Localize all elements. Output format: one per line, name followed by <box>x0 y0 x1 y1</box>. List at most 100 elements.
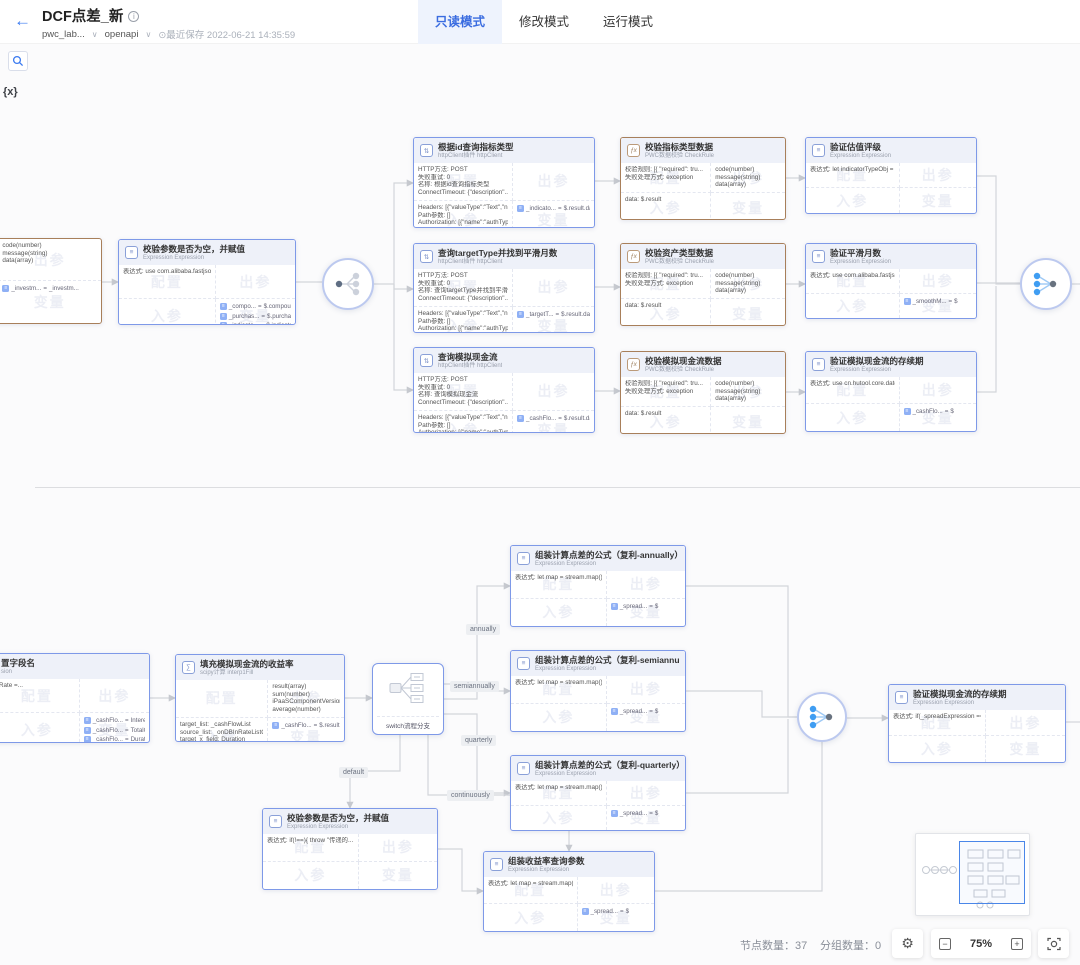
watermark-br: 变量 <box>711 193 785 220</box>
watermark-tr: 出参 <box>900 269 977 293</box>
search-button[interactable] <box>8 51 28 71</box>
chip-equals: = <box>261 321 265 325</box>
expression-icon: ≡ <box>269 815 282 828</box>
node-verify-smooth-months[interactable]: ≡验证平滑月数Expression Expression配置表达式: use c… <box>805 243 977 319</box>
httpclient-icon: ⇅ <box>420 144 433 157</box>
tab-run-mode[interactable]: 运行模式 <box>586 0 670 44</box>
api-select[interactable]: openapi <box>105 29 139 40</box>
settings-button[interactable]: ⚙ <box>892 929 923 958</box>
branch-label-quarterly: quarterly <box>461 735 496 746</box>
node-body: 配置表达式: use com.alibaba.fastjson...出参入参变量… <box>119 265 295 325</box>
node-validate-params-bottom[interactable]: ≡校验参数是否为空，并赋值Expression Expression配置表达式:… <box>262 808 438 890</box>
node-quadrant-br: 变量 <box>359 862 437 890</box>
node-config-line: target_list: _cashFlowList <box>180 721 263 729</box>
node-title: 验证平滑月数 <box>830 248 891 259</box>
node-output-chip: ≡_spread...=$ <box>611 707 681 716</box>
node-quadrant-tr: 出参 <box>607 571 685 599</box>
node-config-line: 表达式: let map = stream.map()... <box>488 880 573 888</box>
zoom-in-button[interactable]: + <box>1011 938 1023 950</box>
node-check-indicator[interactable]: ƒx校验指标类型数据PWC数据校验 CheckRule配置校验规则: [{ "r… <box>620 137 786 220</box>
switch-node[interactable]: switch流程分支 <box>372 663 444 735</box>
node-subtitle: httpClient插件 httpClient <box>438 259 557 266</box>
node-header: ∑填充模拟现金流的收益率scipy计算 interp1Fill <box>176 655 344 680</box>
join-node-top[interactable] <box>1020 258 1072 310</box>
search-icon <box>12 55 24 67</box>
zoom-out-button[interactable]: − <box>939 938 951 950</box>
node-fill-yield[interactable]: ∑填充模拟现金流的收益率scipy计算 interp1Fill配置出参resul… <box>175 654 345 742</box>
node-body: 配置出参result(array)sum(number)iPaaSCompone… <box>176 680 344 742</box>
node-formula-annually[interactable]: ≡组装计算点差的公式（复利-annually）Expression Expres… <box>510 545 686 627</box>
chip-value: $ <box>954 297 957 306</box>
node-title: 验证模拟现金流的存续期 <box>913 689 1007 700</box>
gear-icon: ⚙ <box>901 935 914 952</box>
node-titles: 组装计算点差的公式（复利-semiannually）Expression Exp… <box>535 655 679 673</box>
node-config-line: 名称: 查询targetType并找到平滑... <box>418 287 508 295</box>
node-validate-params-top[interactable]: ≡校验参数是否为空，并赋值Expression Expression配置表达式:… <box>118 239 296 325</box>
node-config-line: Path参数: [] <box>418 422 508 430</box>
node-title: 查询targetType并找到平滑月数 <box>438 248 557 259</box>
join-node-bottom[interactable] <box>797 692 847 742</box>
node-title: 校验参数是否为空，并赋值 <box>287 813 389 824</box>
back-button[interactable]: ← <box>14 11 31 31</box>
node-check-investment-cut[interactable]: 配置出参code(number)message(string)data(arra… <box>0 238 102 324</box>
node-check-cashflow[interactable]: ƒx校验模拟现金流数据PWC数据校验 CheckRule配置校验规则: [{ "… <box>620 351 786 434</box>
node-set-field-names[interactable]: 置字段名sion配置Rate =...出参入参变量≡_cashFlo...=In… <box>0 653 150 743</box>
node-quadrant-tl: 配置HTTP方法: POST失败重试: 0名称: 根据id查询指标类型Conne… <box>414 163 513 201</box>
node-quadrant-tl: 配置校验规则: [{ "required": tru...失败处理方式: exc… <box>621 163 711 193</box>
node-http-cashflow[interactable]: ⇅查询模拟现金流httpClient插件 httpClient配置HTTP方法:… <box>413 347 595 433</box>
node-quadrant-br: 变量≡_cashFlo...=InterestRate≡_cashFlo...=… <box>80 713 149 743</box>
scipy-icon: ∑ <box>182 661 195 674</box>
node-config-line: ConnectTimeout: {"description"... <box>418 295 508 303</box>
node-http-targettype[interactable]: ⇅查询targetType并找到平滑月数httpClient插件 httpCli… <box>413 243 595 333</box>
chip-value: $.compoun... <box>264 302 291 311</box>
watermark-tr: 出参 <box>986 710 1065 735</box>
node-http-indicator-type[interactable]: ⇅根据id查询指标类型httpClient插件 httpClient配置HTTP… <box>413 137 595 228</box>
chip-equals: = <box>43 284 47 293</box>
node-quadrant-br: 变量≡_spread...=$ <box>607 806 685 831</box>
chip-label: _cashFlo... <box>281 721 311 730</box>
node-quadrant-bl: 入参 <box>511 806 607 831</box>
node-quadrant-tr: 出参result(array)sum(number)iPaaSComponent… <box>268 680 344 718</box>
node-subtitle: scipy计算 interp1Fill <box>200 670 294 677</box>
node-body: 配置表达式: use cn.hutool.core.date...出参入参变量≡… <box>806 377 976 431</box>
node-verify-cashflow-duration-top[interactable]: ≡验证模拟现金流的存续期Expression Expression配置表达式: … <box>805 351 977 432</box>
tab-edit-mode[interactable]: 修改模式 <box>502 0 586 44</box>
expression-icon: ≡ <box>517 552 530 565</box>
node-check-asset-type[interactable]: ƒx校验资产类型数据PWC数据校验 CheckRule配置校验规则: [{ "r… <box>620 243 786 326</box>
node-config-line: ConnectTimeout: {"description"... <box>418 189 508 197</box>
node-verify-valuation[interactable]: ≡验证估值评级Expression Expression配置表达式: let i… <box>805 137 977 214</box>
node-quadrant-br: 变量 <box>711 407 785 434</box>
node-body: 配置表达式: let indicatorTypeObj = _i...出参入参变… <box>806 163 976 213</box>
node-output-chip: ≡_cashFlo...=$ <box>904 407 973 416</box>
node-quadrant-tl: 配置表达式: use com.alibaba.fastjson... <box>806 269 900 294</box>
minimap[interactable] <box>915 833 1030 916</box>
chip-value: $ <box>626 907 629 916</box>
expression-icon: ≡ <box>812 144 825 157</box>
node-title: 验证估值评级 <box>830 142 891 153</box>
node-formula-semiannually[interactable]: ≡组装计算点差的公式（复利-semiannually）Expression Ex… <box>510 650 686 732</box>
section-divider <box>35 487 1080 488</box>
variables-panel-toggle[interactable]: {x} <box>3 86 18 98</box>
variable-icon: ≡ <box>904 298 911 305</box>
node-verify-cashflow-duration-bottom[interactable]: ≡验证模拟现金流的存续期Expression Expression配置表达式: … <box>888 684 1066 763</box>
node-quadrant-tl: 配置校验规则: [{ "required": tru...失败处理方式: exc… <box>621 269 711 299</box>
branch-label-default: default <box>339 767 368 778</box>
fork-node[interactable] <box>322 258 374 310</box>
watermark-tr: 出参 <box>607 571 685 598</box>
info-icon[interactable]: i <box>128 11 139 22</box>
chip-equals: = <box>620 907 624 916</box>
watermark-bl: 入参 <box>806 294 899 319</box>
fit-view-button[interactable] <box>1038 929 1069 958</box>
node-quadrant-bl: 入参data: $.result <box>621 193 711 220</box>
node-subtitle: httpClient插件 httpClient <box>438 363 502 370</box>
minimap-viewport[interactable] <box>959 841 1025 904</box>
node-titles: 校验模拟现金流数据PWC数据校验 CheckRule <box>645 356 722 374</box>
focus-icon <box>1047 937 1061 951</box>
node-formula-quarterly[interactable]: ≡组装计算点差的公式（复利-quarterly）Expression Expre… <box>510 755 686 831</box>
node-build-yield-query[interactable]: ≡组装收益率查询参数Expression Expression配置表达式: le… <box>483 851 655 932</box>
watermark-tr: 出参 <box>607 781 685 805</box>
node-config-line: sum(number) <box>272 691 340 699</box>
node-output-chip: ≡_compo...=$.compoun... <box>220 302 291 311</box>
workspace-select[interactable]: pwc_lab... <box>42 29 85 40</box>
tab-readonly-mode[interactable]: 只读模式 <box>418 0 502 44</box>
